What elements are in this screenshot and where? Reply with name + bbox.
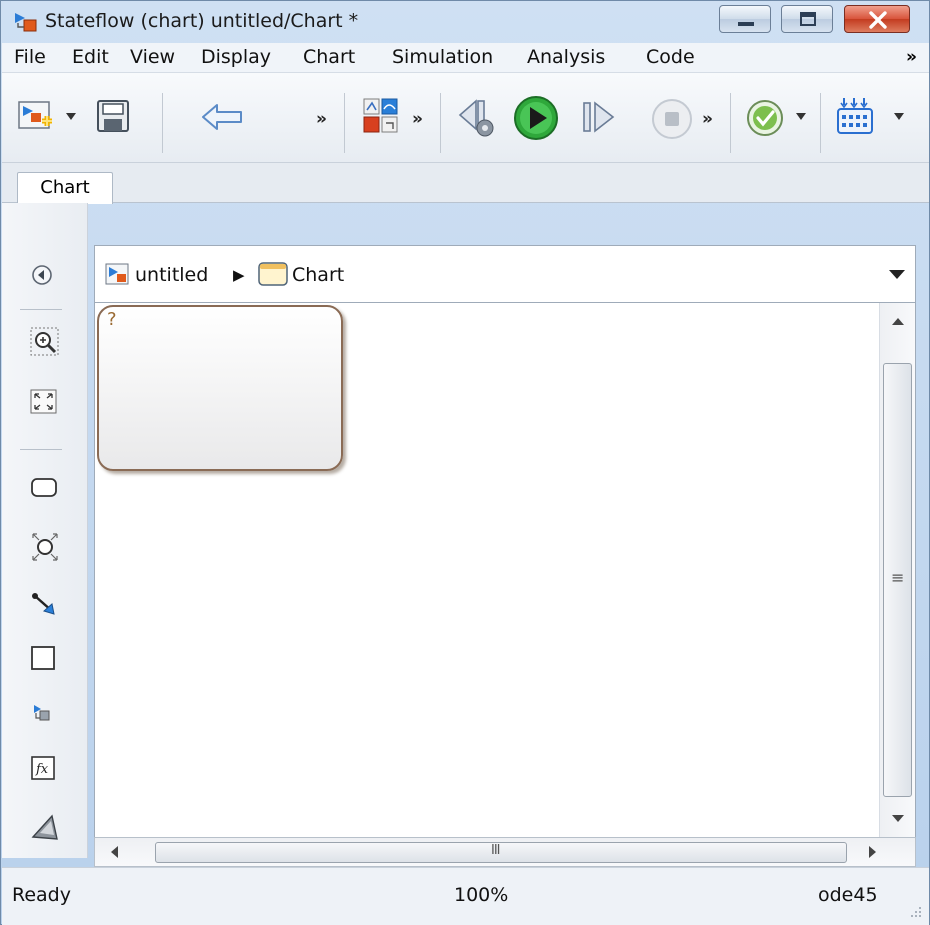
toolbar-overflow-1[interactable]: » [316, 109, 327, 129]
check-model-icon[interactable] [745, 98, 787, 140]
menu-simulation[interactable]: Simulation [392, 46, 493, 68]
chart-canvas[interactable]: ? [94, 303, 916, 847]
status-solver[interactable]: ode45 [818, 884, 878, 906]
matlab-function-tool-icon[interactable]: fx [30, 755, 56, 781]
title-bar[interactable]: Stateflow (chart) untitled/Chart * [1, 1, 929, 43]
horizontal-scrollbar[interactable]: III [94, 837, 916, 867]
step-forward-icon[interactable] [581, 99, 619, 135]
scroll-right-arrow-icon[interactable] [869, 846, 876, 858]
default-transition-tool-icon[interactable] [30, 589, 60, 619]
scroll-down-arrow-icon[interactable] [892, 815, 904, 822]
state-block[interactable]: ? [97, 305, 343, 471]
vertical-scrollbar[interactable]: ≡ [879, 303, 915, 837]
toolbar-separator [440, 93, 441, 153]
tab-chart[interactable]: Chart [17, 172, 113, 204]
hide-show-explorer-icon[interactable] [30, 263, 54, 287]
palette-separator [20, 309, 62, 310]
library-icon[interactable] [836, 95, 876, 137]
minimize-button[interactable] [719, 5, 771, 33]
new-model-icon[interactable] [18, 101, 54, 135]
state-tool-icon[interactable] [30, 477, 58, 499]
svg-text:fx: fx [35, 762, 49, 777]
check-model-dropdown-arrow[interactable] [796, 113, 806, 120]
fit-to-view-icon[interactable] [30, 389, 58, 415]
toolbar-separator [162, 93, 163, 153]
menu-display[interactable]: Display [201, 46, 271, 68]
maximize-button[interactable] [781, 5, 833, 33]
chart-icon [258, 262, 288, 286]
tab-strip: Chart [2, 163, 929, 204]
library-dropdown-arrow[interactable] [894, 113, 904, 120]
object-palette: fx [2, 203, 88, 858]
toolbar-separator [820, 93, 821, 153]
model-explorer-icon[interactable] [362, 97, 400, 135]
new-model-dropdown-arrow[interactable] [66, 113, 76, 120]
save-icon[interactable] [96, 99, 130, 133]
breadcrumb: untitled ▶ Chart [94, 245, 916, 303]
minimize-icon [738, 22, 754, 26]
maximize-icon [800, 12, 816, 26]
status-zoom: 100% [454, 884, 509, 906]
toolbar-separator [344, 93, 345, 153]
horizontal-thumb-grip: III [491, 843, 500, 858]
annotation-tool-icon[interactable] [30, 813, 60, 843]
status-bar: Ready 100% ode45 [2, 867, 929, 925]
breadcrumb-chart[interactable]: Chart [292, 264, 344, 286]
stop-icon[interactable] [650, 97, 694, 141]
model-icon [105, 263, 129, 285]
zoom-in-icon[interactable] [30, 327, 60, 357]
toolbar: » » » [2, 73, 929, 163]
state-label[interactable]: ? [107, 309, 117, 330]
stateflow-window: Stateflow (chart) untitled/Chart * File … [0, 0, 930, 925]
simulink-function-tool-icon[interactable] [30, 701, 56, 727]
breadcrumb-dropdown-arrow[interactable] [889, 270, 905, 279]
box-tool-icon[interactable] [30, 645, 56, 671]
step-back-icon[interactable] [456, 97, 500, 139]
breadcrumb-model[interactable]: untitled [135, 264, 208, 286]
resize-grip-icon[interactable] [909, 905, 923, 919]
scroll-left-arrow-icon[interactable] [111, 846, 118, 858]
status-ready: Ready [12, 884, 71, 906]
menu-view[interactable]: View [130, 46, 175, 68]
junction-tool-icon[interactable] [30, 531, 64, 563]
toolbar-separator [730, 93, 731, 153]
vertical-thumb-grip: ≡ [891, 568, 905, 587]
vertical-scroll-thumb[interactable]: ≡ [883, 363, 912, 797]
breadcrumb-separator: ▶ [233, 266, 245, 284]
close-button[interactable] [844, 5, 910, 33]
palette-separator [20, 449, 62, 450]
window-title: Stateflow (chart) untitled/Chart * [45, 10, 359, 32]
close-icon [869, 11, 887, 29]
menu-file[interactable]: File [14, 46, 46, 68]
menu-edit[interactable]: Edit [72, 46, 109, 68]
menu-analysis[interactable]: Analysis [527, 46, 605, 68]
stateflow-app-icon [15, 13, 37, 32]
toolbar-overflow-2[interactable]: » [412, 109, 423, 129]
run-icon[interactable] [513, 95, 559, 141]
back-arrow-icon[interactable] [201, 103, 243, 131]
menu-chart[interactable]: Chart [303, 46, 355, 68]
scroll-up-arrow-icon[interactable] [892, 318, 904, 325]
toolbar-overflow-3[interactable]: » [702, 109, 713, 129]
menu-bar: File Edit View Display Chart Simulation … [2, 43, 929, 73]
horizontal-scroll-thumb[interactable]: III [155, 842, 847, 863]
menu-code[interactable]: Code [646, 46, 695, 68]
menu-overflow-chevron[interactable]: » [906, 47, 917, 67]
